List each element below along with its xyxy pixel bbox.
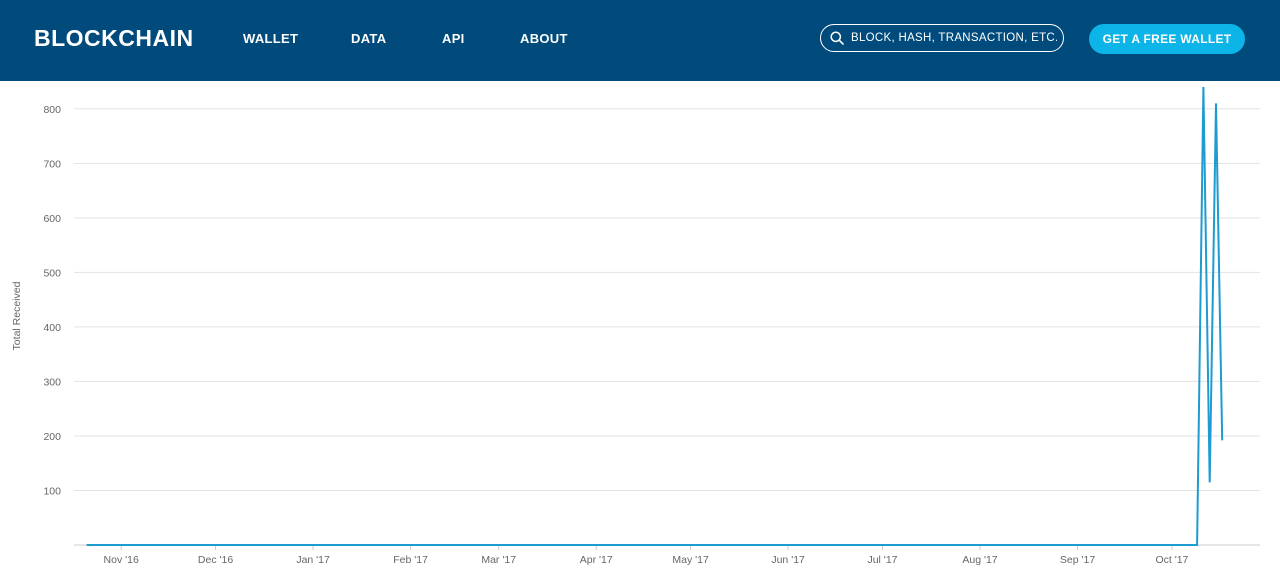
y-tick-label: 200: [43, 431, 61, 443]
x-tick-label: Nov '16: [104, 554, 139, 566]
x-tick-label: Feb '17: [393, 554, 428, 566]
y-axis-ticks: 100 200 300 400 500 600 700 800: [43, 104, 61, 498]
series-line-0: [86, 86, 1224, 546]
y-tick-label: 500: [43, 267, 61, 279]
y-tick-label: 700: [43, 158, 61, 170]
y-tick-label: 800: [43, 104, 61, 116]
x-tick-label: Mar '17: [481, 554, 516, 566]
x-tick-label: May '17: [672, 554, 709, 566]
search-icon: [830, 31, 844, 45]
x-tick-label: Oct '17: [1155, 554, 1188, 566]
x-tick-label: Sep '17: [1060, 554, 1095, 566]
chart-gridlines: [74, 108, 1260, 491]
blockchain-logo[interactable]: BLOCKCHAIN: [34, 25, 194, 52]
search-input[interactable]: [851, 29, 1057, 47]
series-layer: [86, 86, 1224, 546]
nav-data[interactable]: DATA: [351, 31, 386, 46]
total-received-chart: 100 200 300 400 500 600 700 800 Nov '16 Dec '16 J…: [11, 86, 1260, 566]
y-tick-label: 600: [43, 213, 61, 225]
y-tick-label: 300: [43, 376, 61, 388]
nav-about[interactable]: ABOUT: [520, 31, 568, 46]
x-axis-ticks: Nov '16 Dec '16 Jan '17 Feb '17 Mar '17 Apr '…: [104, 545, 1189, 566]
nav-api[interactable]: API: [442, 31, 465, 46]
y-tick-label: 100: [43, 485, 61, 497]
y-tick-label: 400: [43, 322, 61, 334]
search-box[interactable]: [820, 24, 1064, 52]
top-navbar: BLOCKCHAIN WALLET DATA API ABOUT GET A F…: [0, 0, 1280, 81]
x-tick-label: Apr '17: [580, 554, 613, 566]
y-axis-title: Total Received: [11, 281, 23, 350]
x-tick-label: Aug '17: [962, 554, 997, 566]
nav-wallet[interactable]: WALLET: [243, 31, 298, 46]
get-free-wallet-button[interactable]: GET A FREE WALLET: [1089, 24, 1245, 54]
x-tick-label: Jun '17: [771, 554, 805, 566]
x-tick-label: Jan '17: [296, 554, 330, 566]
x-tick-label: Jul '17: [867, 554, 897, 566]
x-tick-label: Dec '16: [198, 554, 233, 566]
